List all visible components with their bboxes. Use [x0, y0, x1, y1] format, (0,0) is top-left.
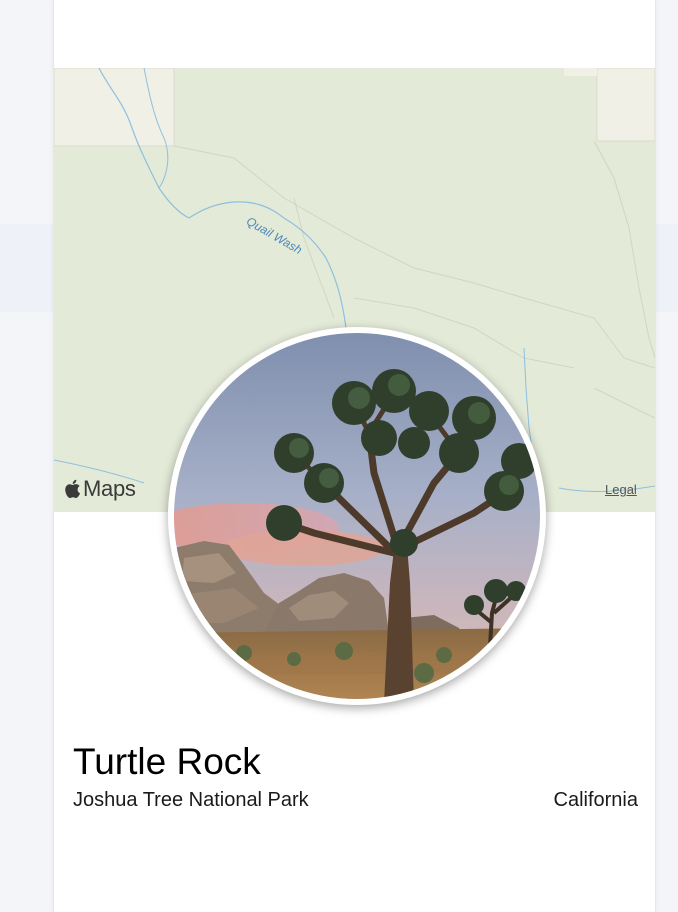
maps-attribution-label: Maps — [83, 476, 136, 501]
landmark-photo-frame — [168, 327, 546, 705]
state-name: California — [553, 789, 638, 811]
legal-link[interactable]: Legal — [605, 482, 637, 497]
maps-attribution: Maps — [64, 476, 136, 502]
apple-logo-icon — [65, 479, 80, 498]
joshua-tree-photo-icon — [174, 333, 540, 699]
landmark-detail-view: Quail Wash Maps Legal Turtle Rock Joshua… — [54, 0, 655, 912]
landmark-photo — [174, 333, 540, 699]
landmark-name: Turtle Rock — [73, 741, 261, 782]
park-name: Joshua Tree National Park — [73, 789, 309, 811]
